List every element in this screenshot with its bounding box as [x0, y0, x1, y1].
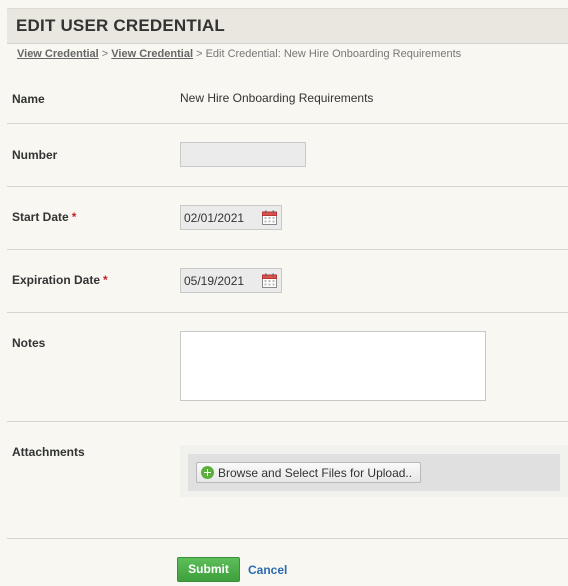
form-divider: [7, 538, 568, 539]
notes-row: Notes: [7, 313, 568, 422]
breadcrumb: View Credential > View Credential > Edit…: [17, 48, 461, 60]
upload-area: Browse and Select Files for Upload..: [180, 445, 568, 497]
start-date-label: Start Date *: [12, 210, 76, 224]
breadcrumb-view-credential-link-2[interactable]: View Credential: [111, 48, 193, 60]
start-date-input[interactable]: 02/01/2021: [180, 205, 282, 230]
name-value: New Hire Onboarding Requirements: [180, 91, 374, 105]
number-label: Number: [12, 148, 58, 162]
number-row: Number: [7, 124, 568, 187]
expiration-date-value: 05/19/2021: [184, 274, 245, 288]
calendar-icon[interactable]: [262, 273, 277, 288]
required-marker: *: [71, 210, 77, 224]
page-title: EDIT USER CREDENTIAL: [16, 16, 225, 35]
breadcrumb-current: Edit Credential: New Hire Onboarding Req…: [205, 48, 462, 60]
notes-textarea[interactable]: [180, 331, 486, 401]
name-row: Name New Hire Onboarding Requirements: [7, 64, 568, 124]
breadcrumb-view-credential-link-1[interactable]: View Credential: [17, 48, 99, 60]
expiration-date-input[interactable]: 05/19/2021: [180, 268, 282, 293]
expiration-date-label-text: Expiration Date: [12, 273, 101, 287]
expiration-date-row: Expiration Date * 05/19/2021: [7, 250, 568, 313]
page-header: EDIT USER CREDENTIAL: [7, 8, 568, 44]
breadcrumb-separator: >: [101, 48, 109, 60]
required-marker: *: [103, 273, 108, 287]
attachments-label: Attachments: [12, 445, 85, 459]
submit-button[interactable]: Submit: [177, 557, 240, 582]
plus-circle-icon: [201, 466, 214, 479]
start-date-value: 02/01/2021: [184, 211, 245, 225]
browse-files-label: Browse and Select Files for Upload..: [218, 465, 413, 480]
upload-toolbar: Browse and Select Files for Upload..: [188, 454, 560, 491]
breadcrumb-separator: >: [196, 48, 203, 60]
browse-files-button[interactable]: Browse and Select Files for Upload..: [196, 462, 422, 483]
number-input[interactable]: [180, 142, 306, 167]
cancel-link[interactable]: Cancel: [248, 563, 287, 577]
start-date-row: Start Date * 02/01/2021: [7, 187, 568, 250]
name-label: Name: [12, 92, 45, 106]
expiration-date-label: Expiration Date *: [12, 273, 108, 287]
start-date-label-text: Start Date: [12, 210, 69, 224]
notes-label: Notes: [12, 336, 46, 350]
calendar-icon[interactable]: [262, 210, 277, 225]
